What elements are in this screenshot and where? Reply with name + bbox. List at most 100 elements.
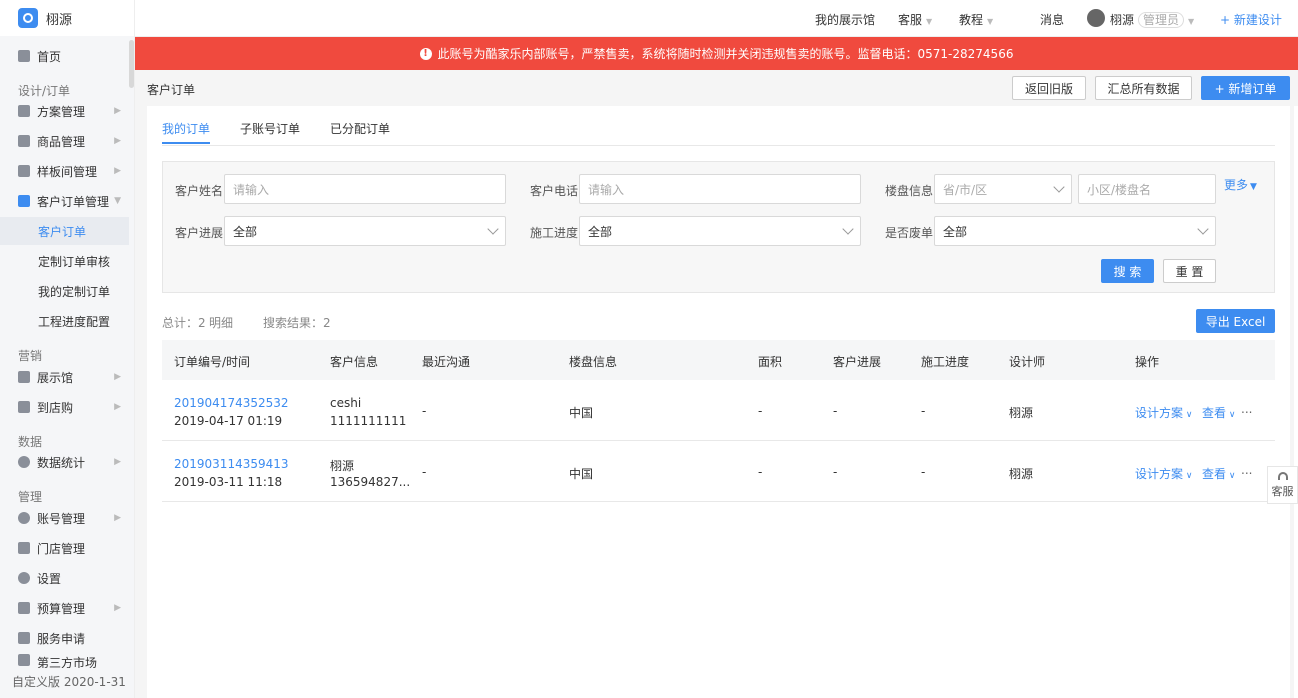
area: -: [758, 465, 763, 479]
sidebar-item-sample[interactable]: 样板间管理 ▶: [0, 157, 129, 185]
total-count: 总计：2: [162, 316, 206, 330]
tutorial-menu[interactable]: 教程 ▼: [959, 11, 993, 28]
customer-progress: -: [833, 404, 838, 418]
customer-progress-select[interactable]: 全部: [224, 216, 506, 246]
caret-down-icon: ▼: [1188, 17, 1195, 26]
tab-my-orders[interactable]: 我的订单: [162, 120, 210, 137]
detail-link[interactable]: 明细: [209, 314, 233, 331]
tab-assigned-orders[interactable]: 已分配订单: [330, 120, 390, 137]
building-info-label: 楼盘信息: [885, 184, 934, 198]
back-old-version-button[interactable]: 返回旧版: [1012, 76, 1086, 100]
order-time: 2019-04-17 01:19: [174, 414, 283, 428]
folder-icon: [18, 105, 30, 117]
sidebar: 栩源 首页 设计/订单 方案管理 ▶ 商品管理 ▶ 样板间管理 ▶ 客户订单管理 ▼ 客…: [0, 0, 135, 698]
store-icon: [18, 542, 30, 554]
community-input[interactable]: 小区/楼盘名: [1078, 174, 1216, 204]
search-results-count: 搜索结果：2: [263, 316, 331, 330]
sidebar-item-home[interactable]: 首页: [0, 42, 129, 70]
construction-progress-select[interactable]: 全部: [579, 216, 861, 246]
logo-name: 栩源: [46, 12, 73, 28]
gear-icon: [18, 572, 30, 584]
sidebar-item-service-apply[interactable]: 服务申请: [0, 624, 129, 652]
sidebar-item-store-visit[interactable]: 到店购 ▶: [0, 393, 129, 421]
sidebar-item-goods[interactable]: 商品管理 ▶: [0, 127, 129, 155]
pie-chart-icon: [18, 456, 30, 468]
col-construction: 施工进度: [921, 355, 970, 369]
customer-name: ceshi: [330, 396, 362, 410]
order-number-link[interactable]: 201903114359413: [174, 457, 289, 471]
sidebar-item-exhibit[interactable]: 展示馆 ▶: [0, 363, 129, 391]
chevron-right-icon: ▶: [114, 402, 121, 412]
sample-room-icon: [18, 165, 30, 177]
chevron-right-icon: ▶: [114, 106, 121, 116]
service-icon: [18, 632, 30, 644]
view-dropdown[interactable]: 查看 ∨: [1202, 465, 1235, 482]
chevron-right-icon: ▶: [114, 513, 121, 523]
search-button[interactable]: 搜 索: [1101, 259, 1154, 283]
sidebar-scrollbar[interactable]: [129, 40, 134, 88]
col-area: 面积: [758, 355, 783, 369]
top-bar: 我的展示馆 客服 ▼ 教程 ▼ 消息 栩源 管理员 ▼ + 新建设计: [135, 0, 1298, 37]
sidebar-item-customer-order[interactable]: 客户订单: [0, 217, 129, 245]
more-actions-button[interactable]: ...: [1241, 463, 1252, 477]
col-building: 楼盘信息: [569, 355, 618, 369]
design-scheme-dropdown[interactable]: 设计方案 ∨: [1135, 404, 1192, 421]
more-filters-link[interactable]: 更多 ▼: [1224, 176, 1257, 193]
order-number-link[interactable]: 201904174352532: [174, 396, 289, 410]
sidebar-item-budget[interactable]: 预算管理 ▶: [0, 594, 129, 622]
sidebar-item-my-custom[interactable]: 我的定制订单: [0, 277, 129, 305]
customer-name-label: 客户姓名: [175, 184, 224, 198]
new-order-button[interactable]: + 新增订单: [1201, 76, 1290, 100]
tab-sub-account-orders[interactable]: 子账号订单: [240, 120, 300, 137]
sidebar-item-settings[interactable]: 设置: [0, 564, 129, 592]
chevron-down-icon: ∨: [1183, 410, 1193, 420]
caret-down-icon: ▼: [926, 17, 933, 26]
construction-progress: -: [921, 404, 926, 418]
more-actions-button[interactable]: ...: [1241, 402, 1252, 416]
page-title: 客户订单: [147, 83, 196, 97]
chevron-down-icon: ▼: [114, 196, 121, 206]
sidebar-item-scheme[interactable]: 方案管理 ▶: [0, 97, 129, 125]
region-select[interactable]: 省/市/区: [934, 174, 1072, 204]
sidebar-item-stores[interactable]: 门店管理: [0, 534, 129, 562]
sidebar-item-order-mgmt[interactable]: 客户订单管理 ▼: [0, 187, 129, 215]
view-dropdown[interactable]: 查看 ∨: [1202, 404, 1235, 421]
user-menu[interactable]: 栩源 管理员 ▼: [1110, 11, 1194, 28]
chevron-down-icon: ∨: [1183, 471, 1193, 481]
service-menu[interactable]: 客服 ▼: [898, 11, 932, 28]
page-scrollbar[interactable]: [1294, 106, 1298, 698]
chevron-down-icon: ▼: [1250, 182, 1257, 192]
summary-data-button[interactable]: 汇总所有数据: [1095, 76, 1192, 100]
showroom-link[interactable]: 我的展示馆: [815, 11, 875, 28]
role-badge: 管理员: [1138, 12, 1185, 28]
customer-name-input[interactable]: 请输入: [224, 174, 506, 204]
sidebar-item-progress-config[interactable]: 工程进度配置: [0, 307, 129, 335]
customer-service-float-button[interactable]: 客服: [1267, 466, 1298, 504]
customer-name: 栩源: [330, 459, 355, 473]
reset-button[interactable]: 重 置: [1163, 259, 1216, 283]
chevron-down-icon: ∨: [1226, 410, 1236, 420]
logo[interactable]: 栩源: [0, 0, 134, 36]
order-icon: [18, 195, 30, 207]
designer: 栩源: [1009, 406, 1034, 420]
void-order-select[interactable]: 全部: [934, 216, 1216, 246]
sidebar-item-custom-review[interactable]: 定制订单审核: [0, 247, 129, 275]
chevron-down-icon: [1197, 223, 1209, 235]
content-card: 我的订单 子账号订单 已分配订单 客户姓名 请输入 客户电话 请输入 楼盘信息 …: [147, 106, 1290, 698]
export-excel-button[interactable]: 导出 Excel: [1196, 309, 1275, 333]
recent-contact: -: [422, 404, 427, 418]
new-design-button[interactable]: + 新建设计: [1220, 11, 1282, 28]
col-recent-contact: 最近沟通: [422, 355, 471, 369]
table-header: 订单编号/时间 客户信息 最近沟通 楼盘信息 面积 客户进展 施工进度 设计师 …: [162, 340, 1275, 380]
warning-banner: ! 此账号为酷家乐内部账号，严禁售卖，系统将随时检测并关闭违规售卖的账号。监督电…: [135, 37, 1298, 70]
customer-progress: -: [833, 465, 838, 479]
avatar[interactable]: [1087, 9, 1105, 27]
design-scheme-dropdown[interactable]: 设计方案 ∨: [1135, 465, 1192, 482]
order-time: 2019-03-11 11:18: [174, 475, 283, 489]
messages-link[interactable]: 消息: [1040, 11, 1064, 28]
sidebar-item-third-market[interactable]: 第三方市场: [0, 654, 129, 668]
sidebar-item-stats[interactable]: 数据统计 ▶: [0, 448, 129, 476]
sidebar-item-account[interactable]: 账号管理 ▶: [0, 504, 129, 532]
customer-phone-input[interactable]: 请输入: [579, 174, 861, 204]
chevron-right-icon: ▶: [114, 603, 121, 613]
